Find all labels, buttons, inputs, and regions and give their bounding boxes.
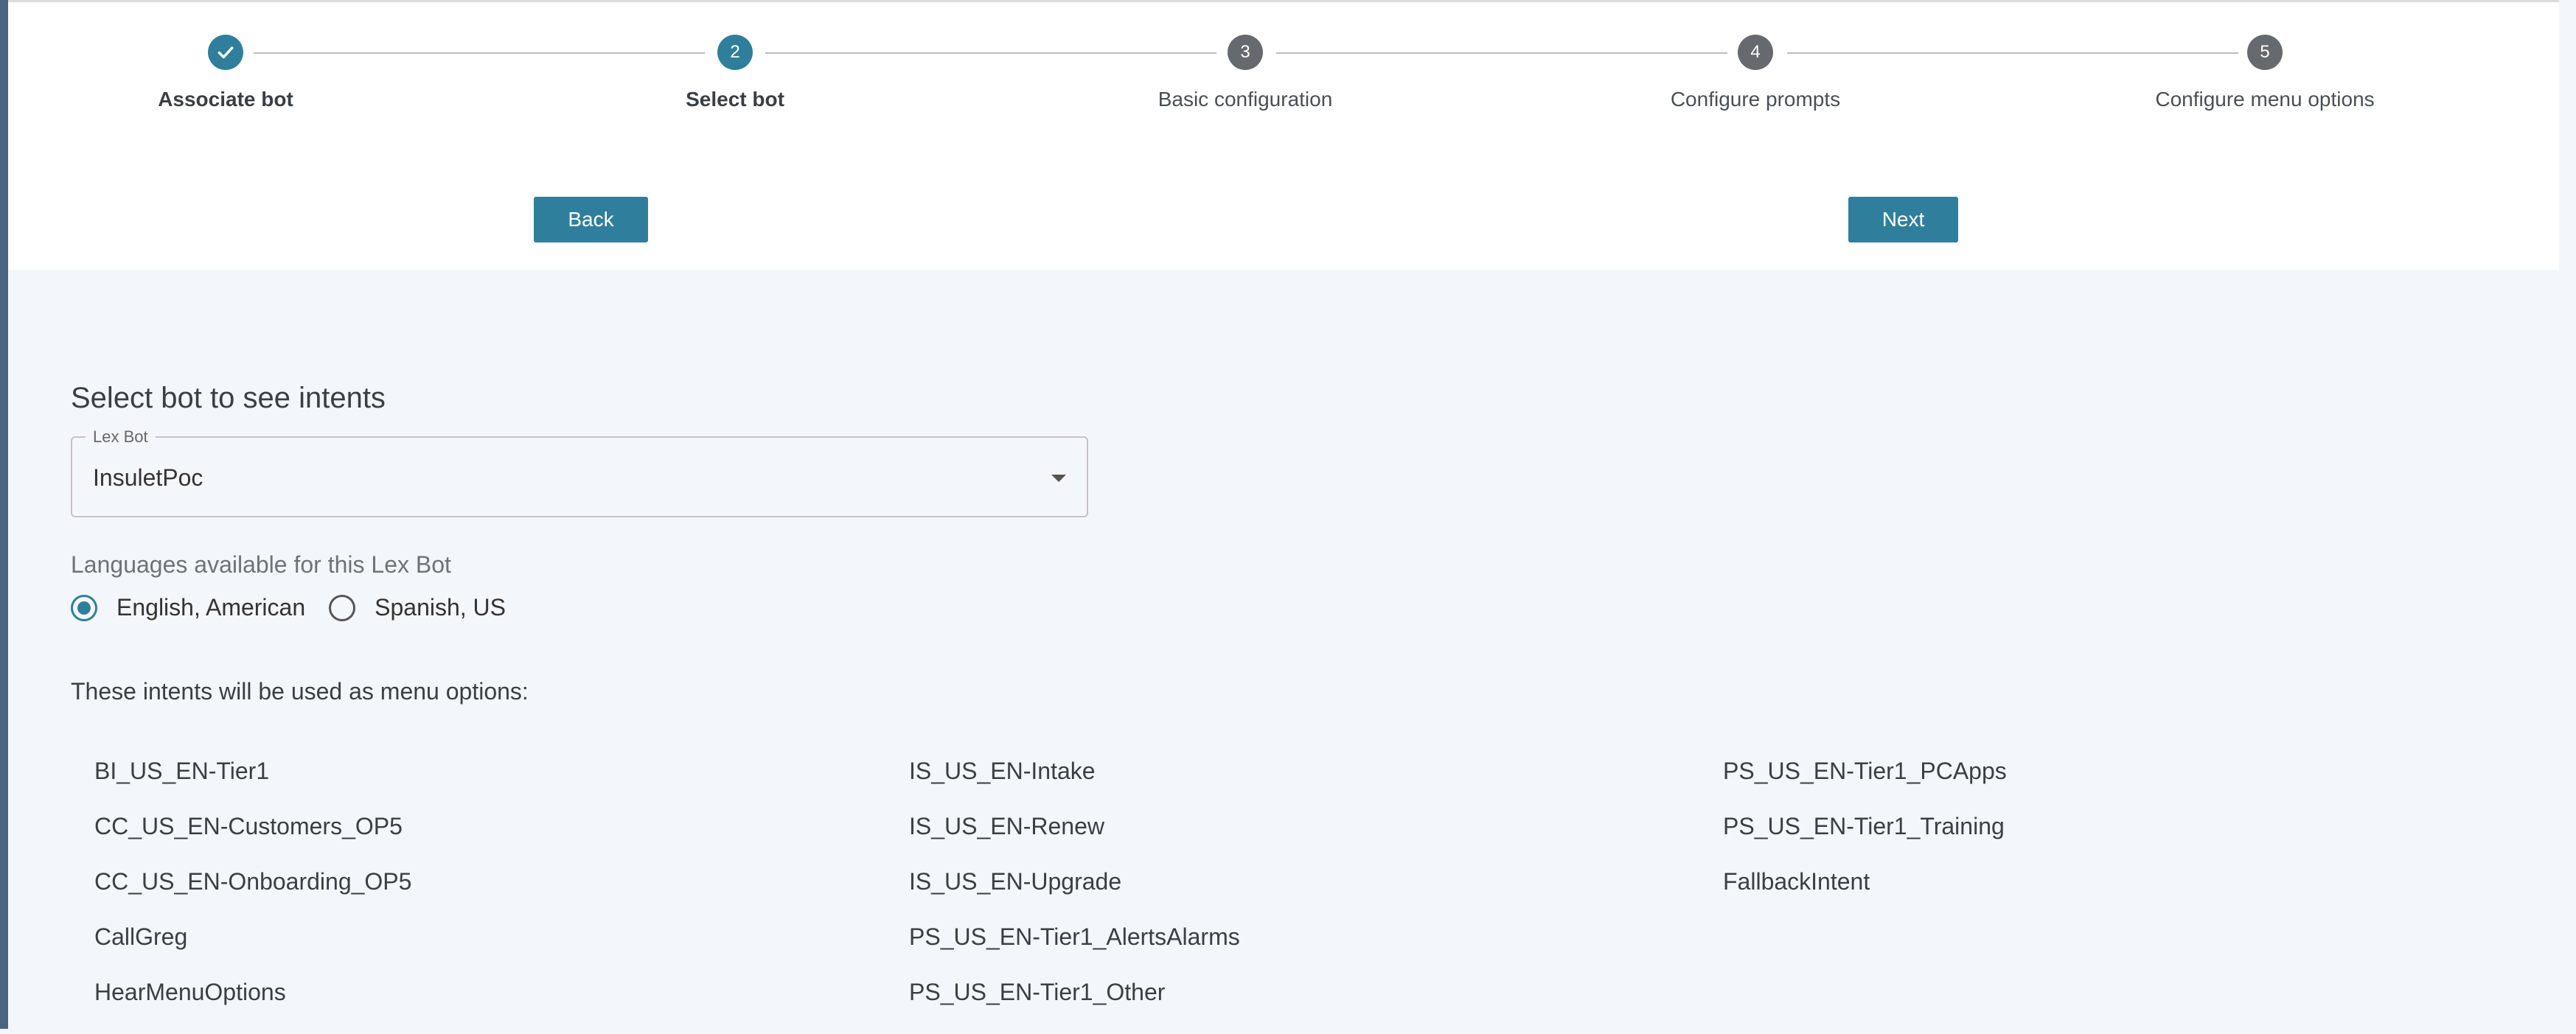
step-label: Select bot <box>686 88 784 111</box>
check-icon <box>208 35 243 70</box>
step-configure-prompts[interactable]: 4 Configure prompts <box>1534 35 1977 111</box>
left-rail <box>0 0 8 1029</box>
intent-item: PS_US_EN-Tier1_AlertsAlarms <box>909 923 1240 950</box>
step-label: Configure menu options <box>2155 88 2375 111</box>
radio-english-american[interactable]: English, American <box>71 594 305 621</box>
intent-item: PS_US_EN-Tier1_Other <box>909 979 1166 1005</box>
radio-label: Spanish, US <box>375 594 506 621</box>
step-number: 3 <box>1228 35 1263 70</box>
intent-item: BI_US_EN-Tier1 <box>94 758 270 784</box>
intent-item: CC_US_EN-Onboarding_OP5 <box>94 868 412 895</box>
intent-item: PS_US_EN-Tier1_Training <box>1723 813 2005 839</box>
radio-label: English, American <box>116 594 306 621</box>
step-configure-menu-options[interactable]: 5 Configure menu options <box>2044 35 2486 111</box>
lex-bot-select[interactable]: Lex Bot InsuletPoc <box>71 427 1088 517</box>
intent-item: IS_US_EN-Intake <box>909 758 1096 784</box>
lex-bot-select-value: InsuletPoc <box>93 464 203 491</box>
page-title: Select bot to see intents <box>71 382 386 414</box>
radio-spanish-us[interactable]: Spanish, US <box>329 594 506 621</box>
intent-item: PS_US_EN-Tier1_PCApps <box>1723 758 2007 784</box>
intent-item: CallGreg <box>94 923 188 950</box>
intents-column-2: IS_US_EN-Intake IS_US_EN-Renew IS_US_EN-… <box>909 758 1240 1034</box>
next-button[interactable]: Next <box>1848 197 1958 242</box>
intent-item: HearMenuOptions <box>94 979 286 1005</box>
step-basic-configuration[interactable]: 3 Basic configuration <box>1024 35 1466 111</box>
step-number: 5 <box>2247 35 2283 70</box>
languages-caption: Languages available for this Lex Bot <box>71 551 451 578</box>
intents-column-1: BI_US_EN-Tier1 CC_US_EN-Customers_OP5 CC… <box>94 758 411 1034</box>
step-number: 4 <box>1738 35 1773 70</box>
intent-item: IS_US_EN-Renew <box>909 813 1104 839</box>
step-label: Configure prompts <box>1670 88 1841 111</box>
intent-item: CC_US_EN-Customers_OP5 <box>94 813 403 839</box>
step-label: Associate bot <box>158 88 293 111</box>
radio-checked-icon[interactable] <box>71 594 97 621</box>
caret-down-icon <box>1051 475 1066 482</box>
wizard-panel: Associate bot 2 Select bot 3 Basic confi… <box>8 0 2559 270</box>
intent-item: IS_US_EN-Upgrade <box>909 868 1122 895</box>
step-associate-bot[interactable]: Associate bot <box>4 35 447 111</box>
language-radio-group: English, American Spanish, US <box>71 594 529 621</box>
intents-column-3: PS_US_EN-Tier1_PCApps PS_US_EN-Tier1_Tra… <box>1723 758 2007 923</box>
back-button[interactable]: Back <box>534 197 648 242</box>
radio-unchecked-icon[interactable] <box>329 594 356 621</box>
stepper: Associate bot 2 Select bot 3 Basic confi… <box>8 2 2559 150</box>
intent-item: FallbackIntent <box>1723 868 1870 895</box>
intents-caption: These intents will be used as menu optio… <box>71 678 529 705</box>
step-label: Basic configuration <box>1158 88 1333 111</box>
step-select-bot[interactable]: 2 Select bot <box>514 35 956 111</box>
lex-bot-select-label: Lex Bot <box>86 427 156 447</box>
step-number: 2 <box>717 35 753 70</box>
